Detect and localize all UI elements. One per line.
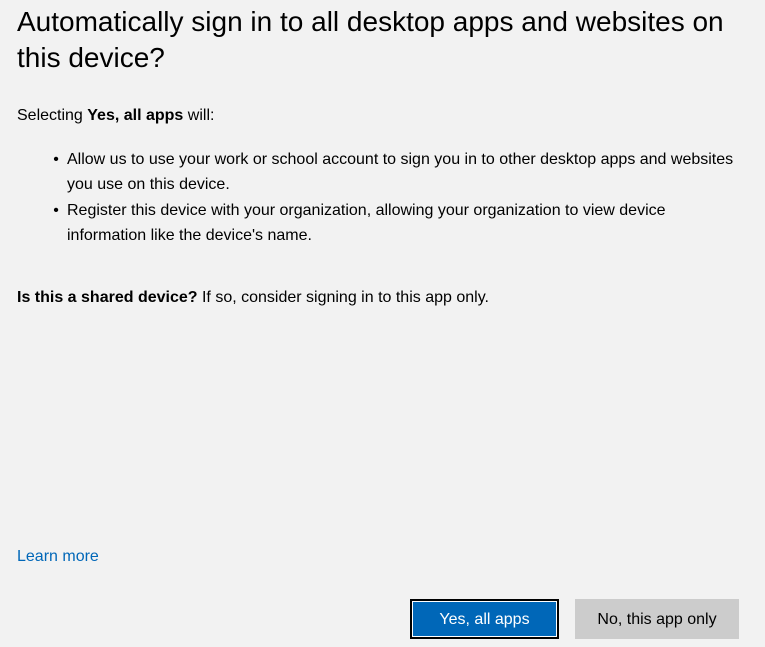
intro-suffix: will: xyxy=(183,107,215,124)
list-item: • Allow us to use your work or school ac… xyxy=(17,147,747,197)
consequence-list: • Allow us to use your work or school ac… xyxy=(17,147,747,249)
shared-device-question: Is this a shared device? xyxy=(17,289,198,306)
bullet-icon: • xyxy=(53,202,59,219)
shared-device-advice: If so, consider signing in to this app o… xyxy=(197,289,489,306)
no-this-app-only-button[interactable]: No, this app only xyxy=(575,599,739,639)
bullet-icon: • xyxy=(53,151,59,168)
intro-prefix: Selecting xyxy=(17,107,88,124)
intro-bold: Yes, all apps xyxy=(87,107,184,124)
yes-all-apps-button[interactable]: Yes, all apps xyxy=(410,599,559,639)
learn-more-link[interactable]: Learn more xyxy=(17,545,99,569)
sign-in-dialog: Automatically sign in to all desktop app… xyxy=(0,0,765,647)
dialog-title: Automatically sign in to all desktop app… xyxy=(17,6,724,73)
list-item-text: Allow us to use your work or school acco… xyxy=(67,151,734,193)
intro-text: Selecting Yes, all apps will: xyxy=(17,104,214,128)
shared-device-text: Is this a shared device? If so, consider… xyxy=(17,286,489,310)
list-item-text: Register this device with your organizat… xyxy=(67,202,666,244)
list-item: • Register this device with your organiz… xyxy=(17,198,747,248)
